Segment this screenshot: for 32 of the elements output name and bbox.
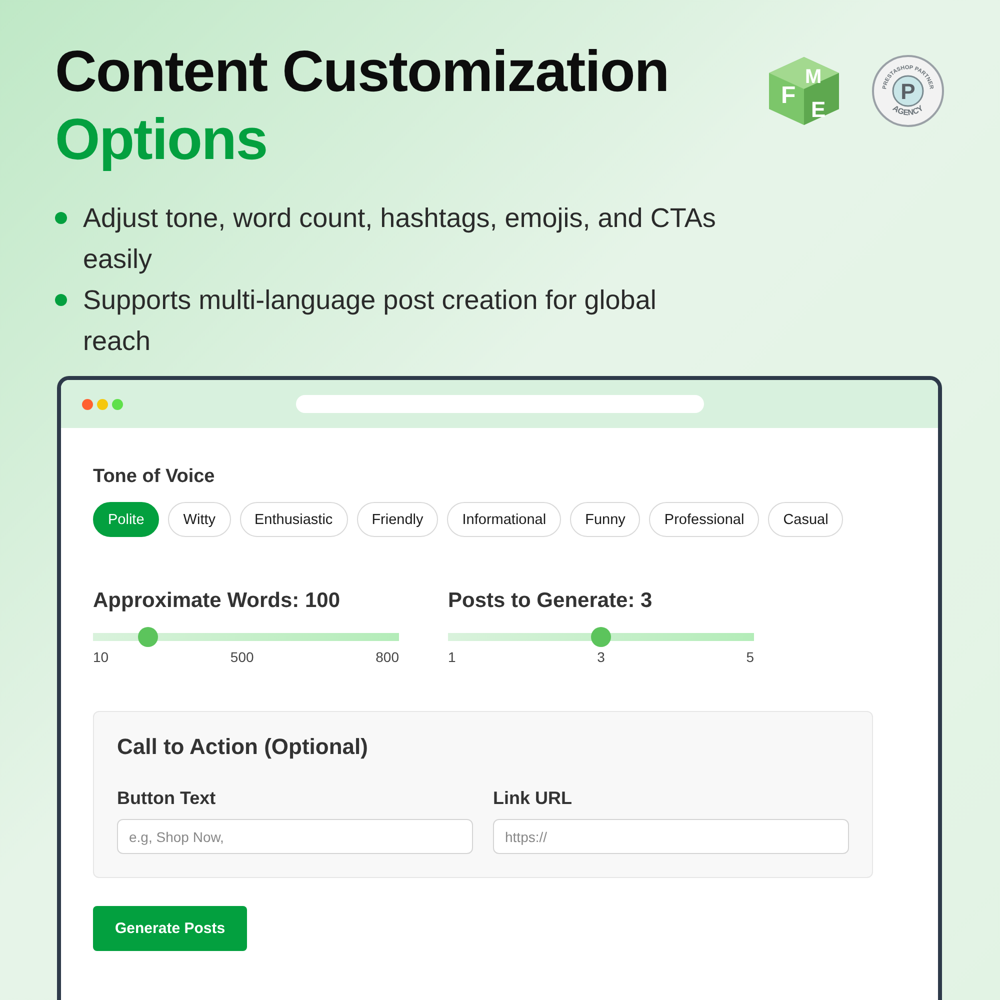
slider-thumb[interactable]	[591, 627, 611, 647]
input-field[interactable]: e.g, Shop Now,	[117, 819, 473, 854]
maximize-icon[interactable]	[112, 398, 123, 410]
slider-thumb[interactable]	[138, 627, 158, 647]
section-label: Tone of Voice	[93, 466, 216, 488]
bullet-icon	[55, 294, 67, 306]
slider-label: Posts to Generate: 3	[448, 589, 654, 613]
tick-label: 5	[746, 649, 754, 665]
tick-label: 10	[93, 649, 109, 665]
tick-label: 500	[230, 649, 254, 665]
field-label: Link URL	[493, 788, 573, 809]
card-title: Call to Action (Optional)	[117, 734, 369, 760]
tone-chip[interactable]: Professional	[649, 502, 760, 537]
tone-chip[interactable]: Funny	[570, 502, 640, 537]
tick-label: 3	[597, 649, 605, 665]
page-title: Content Customization	[55, 38, 669, 106]
bullet-text: Adjust tone, word count, hashtags, emojis, and CTAs easily	[83, 202, 717, 276]
bullet-text: Supports multi-language post creation for global reach	[83, 284, 658, 358]
field-label: Button Text	[117, 788, 217, 809]
tone-chip[interactable]: Casual	[768, 502, 844, 537]
slider-label: Approximate Words: 100	[93, 589, 342, 613]
tone-chip[interactable]: Friendly	[356, 502, 438, 537]
tone-chip[interactable]: Informational	[447, 502, 562, 537]
minimize-icon[interactable]	[97, 398, 108, 410]
bullet-icon	[55, 212, 67, 224]
tick-label: 1	[448, 649, 456, 665]
close-icon[interactable]	[82, 398, 93, 410]
input-field[interactable]: https://	[493, 819, 849, 854]
tick-label: 800	[376, 649, 399, 665]
tone-chip[interactable]: Witty	[168, 502, 230, 537]
page-title-highlight: Options	[55, 106, 268, 174]
tone-chip[interactable]: Enthusiastic	[240, 502, 348, 537]
